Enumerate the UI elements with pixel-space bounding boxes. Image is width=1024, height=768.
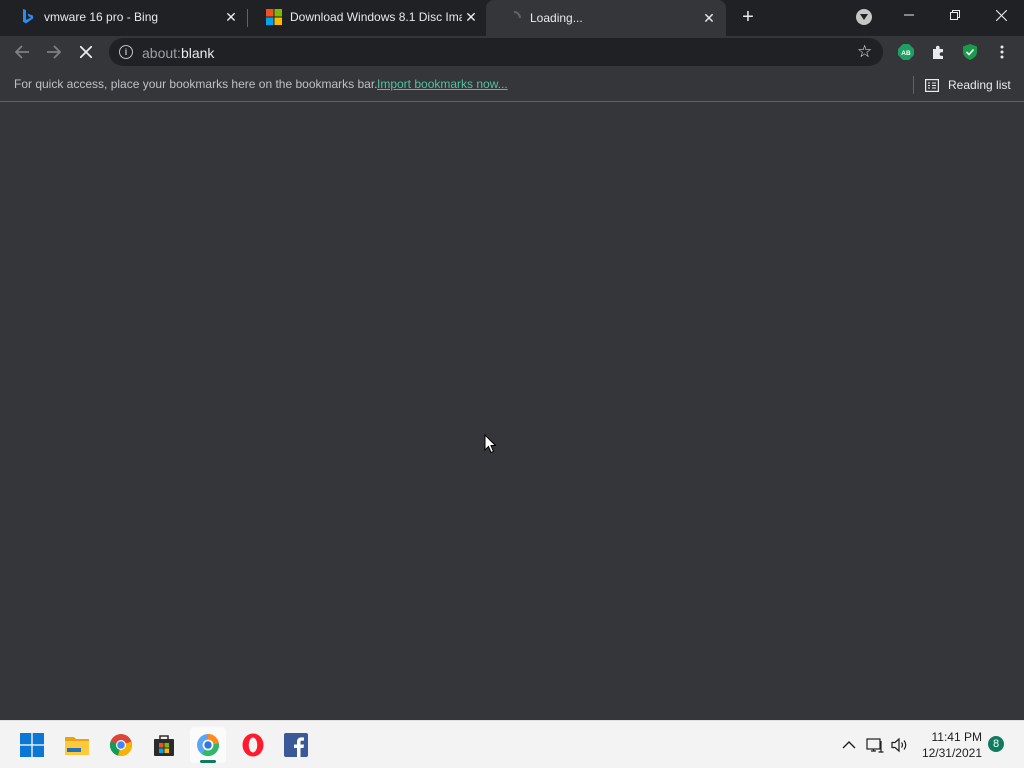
notification-badge[interactable]: 8 [988, 736, 1004, 752]
browser-toolbar: i about:blank ☆ AB [0, 36, 1024, 68]
bookmark-star-icon[interactable]: ☆ [857, 43, 872, 61]
facebook-icon[interactable] [278, 727, 314, 763]
restore-icon[interactable] [932, 0, 978, 30]
mouse-cursor-icon [484, 433, 497, 459]
tab-title: Download Windows 8.1 Disc Image (ISO Fil… [290, 10, 462, 24]
url-host: blank [180, 45, 215, 61]
close-tab-icon[interactable]: ✕ [462, 8, 480, 26]
tab-search-icon[interactable] [856, 9, 872, 25]
stop-loading-icon[interactable] [74, 40, 98, 64]
chromium-edge-icon[interactable] [190, 727, 226, 763]
svg-text:AB: AB [901, 50, 911, 57]
bookmarks-hint: For quick access, place your bookmarks h… [14, 77, 378, 91]
volume-icon[interactable] [891, 736, 909, 754]
loading-icon [506, 10, 522, 26]
network-icon[interactable] [866, 736, 884, 754]
tab-windows-download[interactable]: Download Windows 8.1 Disc Image (ISO Fil… [246, 0, 486, 34]
clock-time: 11:41 PM [931, 730, 982, 744]
clock-date: 12/31/2021 [921, 746, 982, 760]
bookmarks-bar: For quick access, place your bookmarks h… [0, 68, 1024, 102]
opera-icon[interactable] [235, 727, 271, 763]
back-arrow-icon[interactable] [10, 40, 34, 64]
shield-check-icon[interactable] [962, 44, 978, 60]
address-text: about:blank [142, 45, 214, 61]
microsoft-icon [266, 9, 282, 25]
close-icon[interactable] [978, 0, 1024, 30]
chrome-icon[interactable] [103, 727, 139, 763]
file-explorer-icon[interactable] [59, 727, 95, 763]
taskbar: 11:41 PM 12/31/2021 [0, 720, 1024, 768]
reading-list-icon [925, 78, 939, 92]
url-scheme: about: [142, 45, 181, 61]
tab-loading[interactable]: Loading... ✕ [486, 0, 726, 36]
minimize-icon[interactable] [886, 0, 932, 30]
windows-start-icon[interactable] [14, 727, 50, 763]
forward-arrow-icon[interactable] [42, 40, 66, 64]
address-bar[interactable]: i about:blank ☆ [109, 38, 883, 66]
puzzle-icon[interactable] [930, 44, 946, 60]
tab-title: vmware 16 pro - Bing [44, 10, 159, 24]
close-tab-icon[interactable]: ✕ [700, 9, 718, 27]
adblock-icon[interactable]: AB [898, 44, 914, 60]
chevron-up-icon[interactable] [840, 736, 858, 754]
tab-bing[interactable]: vmware 16 pro - Bing ✕ [0, 0, 246, 34]
bing-icon [20, 9, 36, 25]
page-content [0, 103, 1024, 720]
tab-strip: vmware 16 pro - Bing ✕ Download Windows … [0, 0, 1024, 36]
new-tab-button[interactable]: + [737, 6, 759, 28]
tab-title: Loading... [530, 11, 583, 25]
info-icon[interactable]: i [119, 45, 133, 59]
system-clock[interactable]: 11:41 PM 12/31/2021 [918, 729, 982, 761]
active-app-indicator [200, 760, 216, 763]
import-bookmarks-link[interactable]: Import bookmarks now... [377, 77, 508, 91]
reading-list-button[interactable]: Reading list [925, 76, 1011, 94]
close-tab-icon[interactable]: ✕ [222, 8, 240, 26]
menu-icon[interactable] [994, 44, 1010, 60]
store-icon[interactable] [146, 727, 182, 763]
reading-list-label: Reading list [948, 78, 1011, 92]
bookmarks-divider [913, 76, 914, 94]
